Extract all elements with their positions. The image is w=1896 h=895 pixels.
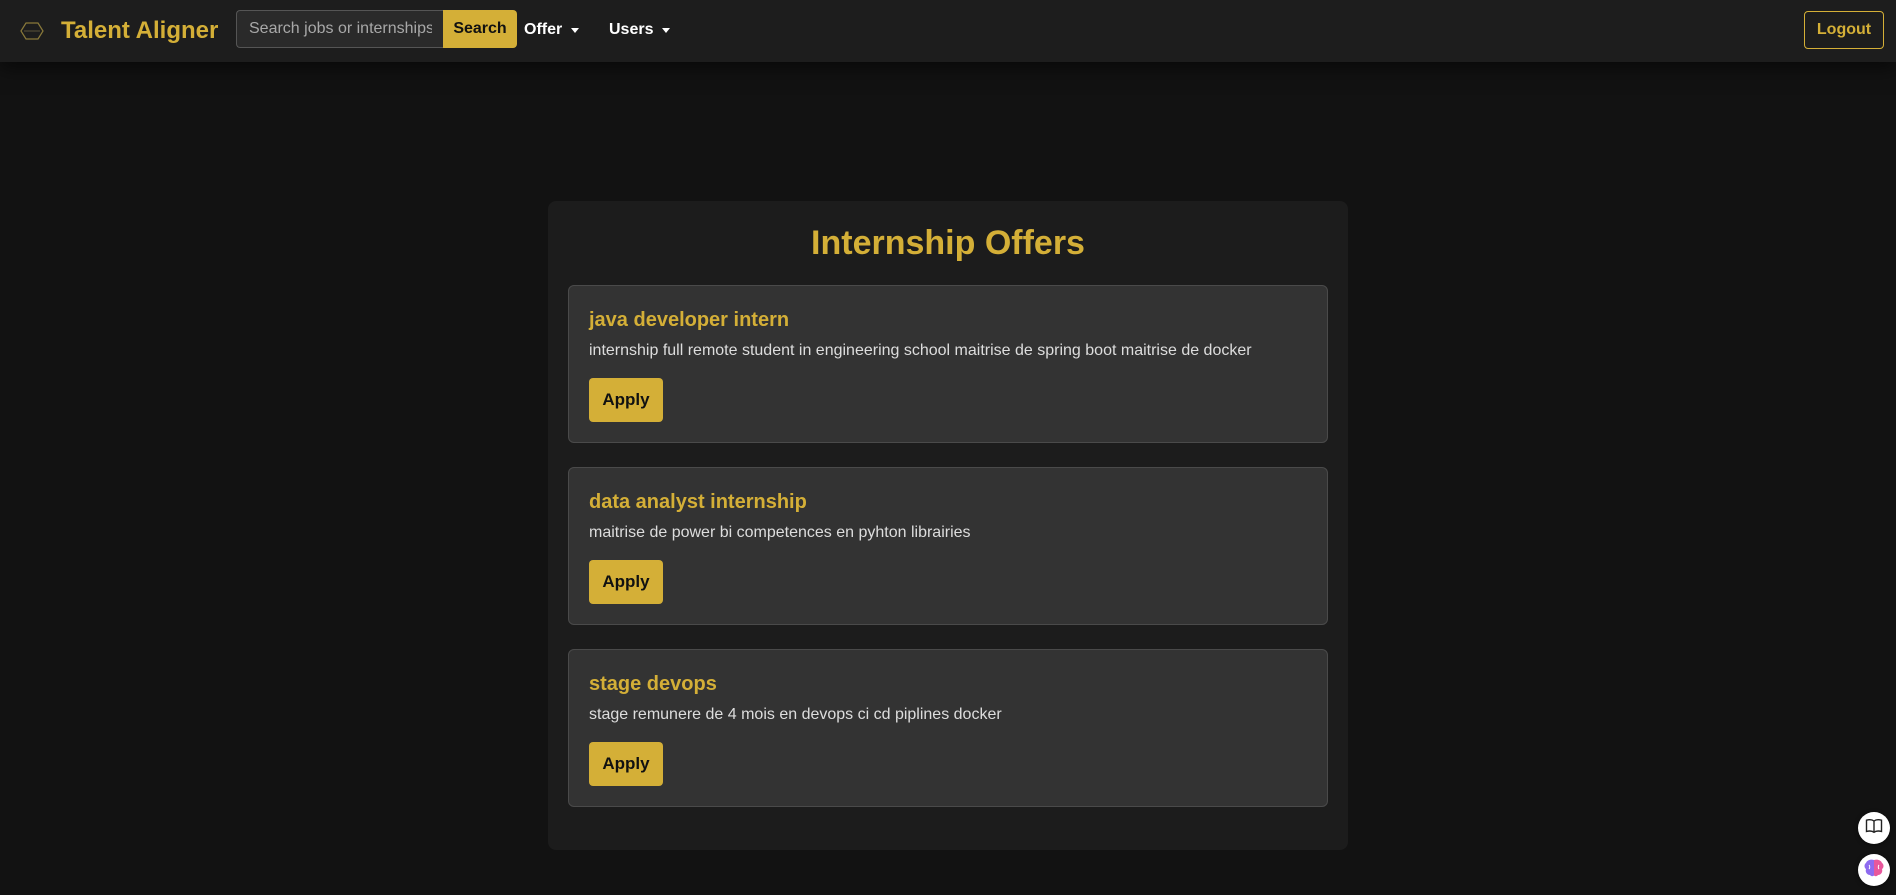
brain-icon — [1863, 858, 1885, 883]
offer-menu[interactable]: Offer — [524, 18, 580, 42]
users-menu-label: Users — [609, 21, 654, 38]
assistant-widget-button[interactable] — [1858, 854, 1890, 886]
offer-description: stage remunere de 4 mois en devops ci cd… — [589, 706, 1002, 723]
offer-title: stage devops — [589, 673, 717, 695]
hexagon-logo-icon[interactable] — [16, 15, 48, 47]
chevron-down-icon — [662, 27, 671, 33]
reader-widget-button[interactable] — [1858, 812, 1890, 844]
search-input[interactable] — [236, 10, 444, 48]
offers-panel: Internship Offers java developer intern … — [548, 201, 1348, 850]
offer-description: maitrise de power bi competences en pyht… — [589, 524, 971, 541]
offer-card: stage devops stage remunere de 4 mois en… — [568, 649, 1328, 807]
top-navbar: Talent Aligner Search Offer Users Logout — [0, 0, 1896, 62]
logout-button[interactable]: Logout — [1804, 11, 1884, 49]
search-button[interactable]: Search — [443, 10, 517, 48]
book-icon — [1865, 818, 1883, 839]
offer-card: data analyst internship maitrise de powe… — [568, 467, 1328, 625]
users-menu[interactable]: Users — [609, 18, 671, 42]
offer-title: java developer intern — [589, 309, 790, 331]
offer-card: java developer intern internship full re… — [568, 285, 1328, 443]
chevron-down-icon — [571, 27, 580, 33]
apply-button[interactable]: Apply — [589, 742, 663, 786]
offer-menu-label: Offer — [524, 21, 563, 38]
offer-description: internship full remote student in engine… — [589, 342, 1252, 359]
apply-button[interactable]: Apply — [589, 378, 663, 422]
page-title: Internship Offers — [811, 224, 1085, 262]
offer-title: data analyst internship — [589, 491, 807, 513]
brand-name[interactable]: Talent Aligner — [61, 15, 218, 47]
apply-button[interactable]: Apply — [589, 560, 663, 604]
